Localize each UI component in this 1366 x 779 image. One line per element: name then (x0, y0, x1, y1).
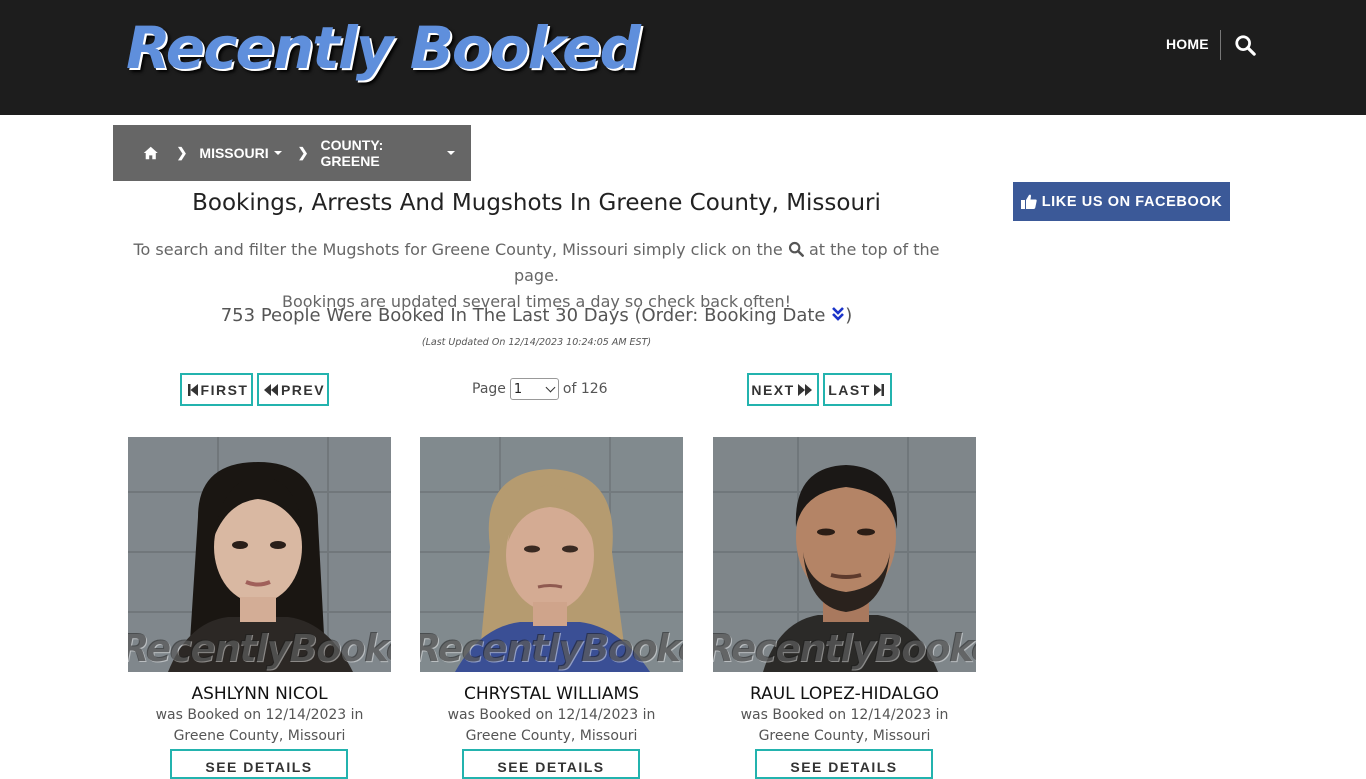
mugshot-photo[interactable]: RecentlyBooked.com (713, 437, 976, 672)
last-page-label: LAST (828, 381, 871, 398)
booking-count: 753 People Were Booked In The Last 30 Da… (113, 305, 960, 326)
see-details-button[interactable]: SEE DETAILS (755, 749, 933, 779)
page-select-value: 1 (513, 381, 523, 397)
intro-text-part1: To search and filter the Mugshots for Gr… (133, 240, 783, 259)
booking-name[interactable]: RAUL LOPEZ-HIDALGO (713, 684, 976, 704)
booking-card[interactable]: RecentlyBooked.com ASHLYNN NICOL was Boo… (128, 437, 391, 746)
booking-name[interactable]: CHRYSTAL WILLIAMS (420, 684, 683, 704)
site-logo[interactable]: Recently Booked (126, 14, 641, 82)
page-select[interactable]: 1 (509, 378, 559, 400)
chevron-right-icon: ❯ (297, 145, 309, 160)
page-title: Bookings, Arrests And Mugshots In Greene… (192, 190, 881, 216)
home-icon[interactable] (143, 145, 159, 161)
next-page-label: NEXT (751, 381, 795, 398)
step-forward-icon (873, 383, 884, 396)
last-updated-text: (Last Updated On 12/14/2023 10:24:05 AM … (421, 337, 652, 348)
booking-date-line: was Booked on 12/14/2023 in (155, 707, 364, 723)
first-page-label: FIRST (200, 381, 249, 398)
breadcrumb-county-label: COUNTY: GREENE (320, 137, 384, 169)
first-page-button[interactable]: FIRST (180, 373, 253, 406)
search-icon (788, 241, 804, 257)
see-details-button[interactable]: SEE DETAILS (462, 749, 640, 779)
photo-watermark: RecentlyBooked.com (420, 626, 683, 670)
nav-divider (1220, 30, 1221, 60)
breadcrumb-state-label: MISSOURI (199, 145, 269, 161)
intro-text: To search and filter the Mugshots for Gr… (113, 237, 960, 315)
booking-name[interactable]: ASHLYNN NICOL (128, 684, 391, 704)
site-header: Recently Booked HOME (0, 0, 1366, 115)
booking-date-line: was Booked on 12/14/2023 in (447, 707, 656, 723)
page-label: Page (472, 381, 506, 397)
mugshot-photo[interactable]: RecentlyBooked.com (420, 437, 683, 672)
booking-count-text: 753 People Were Booked In The Last 30 Da… (220, 305, 826, 326)
chevron-down-icon (545, 382, 556, 392)
caret-down-icon (447, 151, 455, 155)
thumbs-up-icon (1020, 194, 1037, 209)
booking-date-line: was Booked on 12/14/2023 in (740, 707, 949, 723)
double-chevron-down-icon[interactable] (831, 306, 845, 322)
last-page-button[interactable]: LAST (823, 373, 892, 406)
page-selector: Page 1 of 126 (472, 378, 608, 400)
photo-watermark: RecentlyBooked.com (128, 626, 391, 670)
chevron-right-icon: ❯ (176, 145, 188, 160)
photo-watermark: RecentlyBooked.com (713, 626, 976, 670)
next-page-button[interactable]: NEXT (747, 373, 819, 406)
mugshot-photo[interactable]: RecentlyBooked.com (128, 437, 391, 672)
breadcrumb-county-dropdown[interactable]: COUNTY: GREENE (321, 137, 455, 169)
forward-icon (797, 383, 812, 396)
caret-down-icon (273, 151, 282, 155)
prev-page-button[interactable]: PREV (257, 373, 329, 406)
page-total: of 126 (562, 381, 608, 397)
facebook-like-label: LIKE US ON FACEBOOK (1041, 193, 1223, 210)
booking-card[interactable]: RecentlyBooked.com CHRYSTAL WILLIAMS was… (420, 437, 683, 746)
booking-card[interactable]: RecentlyBooked.com RAUL LOPEZ-HIDALGO wa… (713, 437, 976, 746)
breadcrumb-state-dropdown[interactable]: MISSOURI (199, 145, 282, 161)
prev-page-label: PREV (280, 381, 326, 398)
facebook-like-button[interactable]: LIKE US ON FACEBOOK (1013, 182, 1230, 221)
breadcrumb: ❯ MISSOURI ❯ COUNTY: GREENE (113, 125, 471, 181)
backward-icon (263, 383, 278, 396)
see-details-button[interactable]: SEE DETAILS (170, 749, 348, 779)
booking-location-line: Greene County, Missouri (465, 728, 638, 744)
booking-count-close: ) (845, 305, 853, 326)
search-icon[interactable] (1234, 34, 1256, 56)
step-backward-icon (187, 383, 198, 396)
booking-location-line: Greene County, Missouri (758, 728, 931, 744)
nav-home-link[interactable]: HOME (1166, 36, 1209, 52)
booking-location-line: Greene County, Missouri (173, 728, 346, 744)
